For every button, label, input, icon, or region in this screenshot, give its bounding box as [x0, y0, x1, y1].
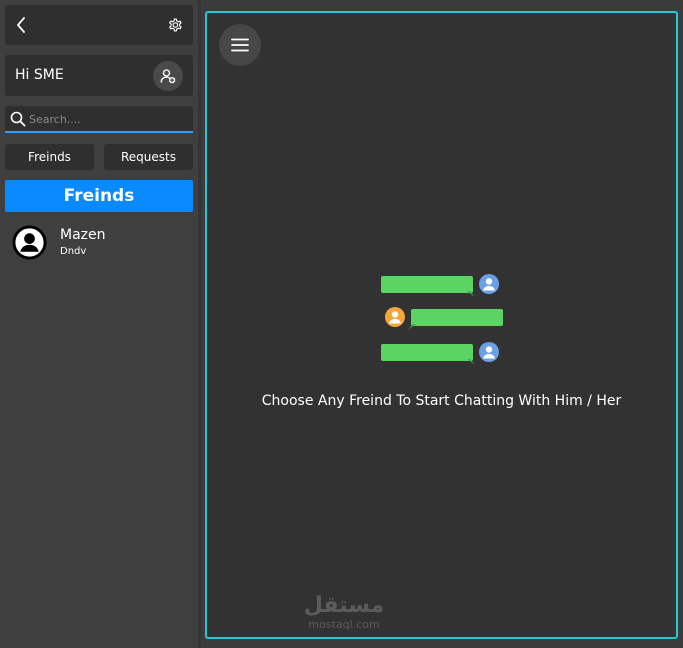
- watermark-latin: mostaql.com: [308, 618, 380, 631]
- panel-divider: [198, 0, 201, 648]
- add-friend-button[interactable]: [153, 61, 183, 91]
- greeting-bar: Hi SME: [5, 55, 193, 96]
- search-input[interactable]: [29, 109, 187, 129]
- user-circle-icon: [12, 225, 47, 260]
- search-box: [5, 106, 193, 133]
- greeting-text: Hi SME: [15, 67, 64, 83]
- friend-list-item[interactable]: Mazen Dndv: [5, 222, 193, 262]
- settings-button[interactable]: [165, 15, 185, 35]
- friend-status: Dndv: [60, 246, 87, 257]
- chat-bubble-2: [385, 307, 503, 330]
- watermark-logo: مستقل mostaql.com: [299, 593, 389, 631]
- watermark-arabic: مستقل: [303, 593, 385, 618]
- empty-chat-message: Choose Any Freind To Start Chatting With…: [261, 393, 622, 409]
- chat-illustration: [381, 274, 503, 365]
- menu-button[interactable]: [219, 24, 261, 66]
- chat-bubble-1: [381, 274, 499, 297]
- friend-name: Mazen: [60, 227, 106, 243]
- sidebar-topbar: [5, 5, 193, 45]
- add-user-icon: [160, 69, 176, 84]
- search-icon: [10, 111, 26, 127]
- tab-friends[interactable]: Freinds: [5, 144, 94, 170]
- friends-section-header: Freinds: [5, 180, 193, 212]
- gear-icon: [169, 18, 182, 32]
- chat-panel: Choose Any Freind To Start Chatting With…: [205, 11, 678, 639]
- chevron-left-icon: [17, 17, 25, 33]
- sidebar: Hi SME Freinds Requests Freinds: [0, 0, 198, 648]
- hamburger-menu-icon: [231, 38, 249, 52]
- back-button[interactable]: [11, 15, 31, 35]
- tab-requests[interactable]: Requests: [104, 144, 193, 170]
- chat-bubble-3: [381, 342, 499, 365]
